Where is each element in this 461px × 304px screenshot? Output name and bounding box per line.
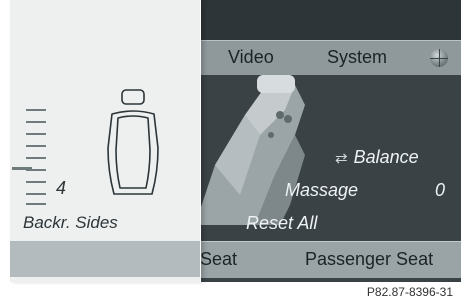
main-tab-bar bbox=[185, 40, 461, 75]
left-edge bbox=[0, 0, 10, 282]
seat-balance-icon: ⇄ bbox=[335, 150, 348, 167]
left-panel-bottom-strip bbox=[10, 241, 200, 277]
passenger-seat-button[interactable]: Passenger Seat bbox=[305, 249, 433, 270]
menu-item-reset-all[interactable]: Reset All bbox=[246, 213, 317, 234]
tab-video[interactable]: Video bbox=[228, 47, 274, 68]
seat-illustration bbox=[195, 75, 305, 225]
level-pointer bbox=[12, 167, 32, 170]
level-value: 4 bbox=[56, 178, 67, 198]
car-display-screenshot: Video System ⇄ Balance Massage 0 Reset Al… bbox=[0, 0, 461, 304]
tab-system[interactable]: System bbox=[327, 47, 387, 68]
figure-caption: P82.87-8396-31 bbox=[366, 285, 453, 299]
menu-item-balance[interactable]: ⇄ Balance bbox=[335, 147, 419, 168]
seat-outline-icon bbox=[107, 89, 159, 195]
massage-value: 0 bbox=[435, 180, 446, 200]
backrest-sides-label: Backr. Sides bbox=[23, 213, 118, 232]
balance-label: Balance bbox=[353, 147, 419, 167]
top-bar bbox=[185, 0, 461, 40]
globe-icon[interactable] bbox=[430, 49, 448, 67]
level-scale bbox=[26, 109, 46, 205]
seat-button[interactable]: Seat bbox=[200, 249, 237, 270]
menu-item-massage[interactable]: Massage bbox=[285, 180, 358, 201]
